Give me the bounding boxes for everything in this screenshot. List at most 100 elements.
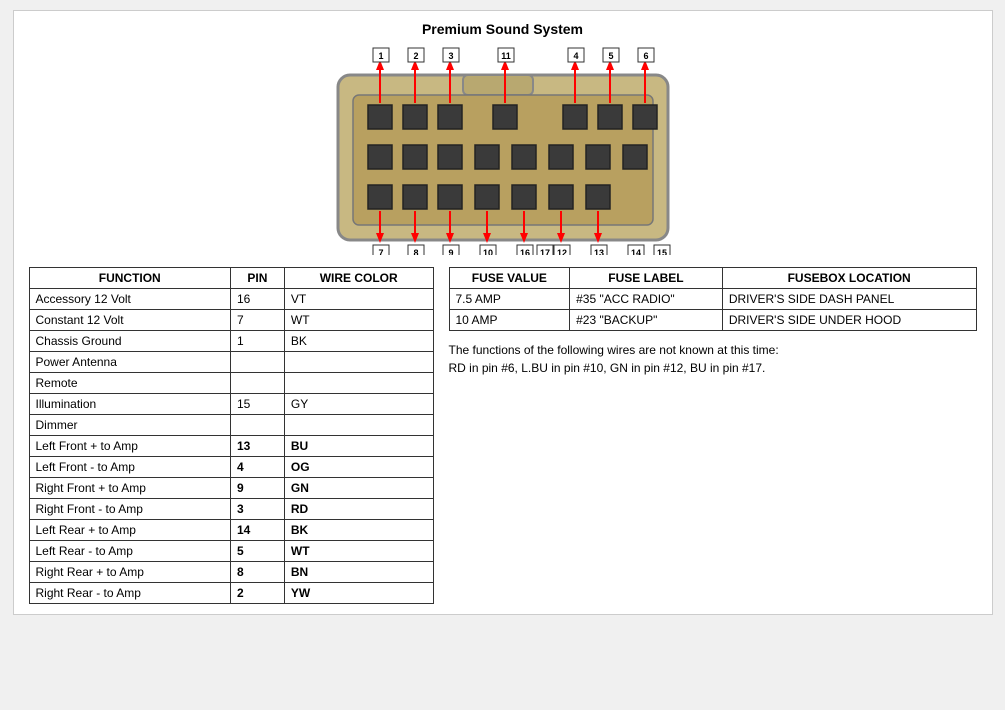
svg-text:3: 3 bbox=[448, 51, 453, 61]
pin-cell bbox=[230, 373, 284, 394]
function-cell: Right Rear + to Amp bbox=[29, 562, 230, 583]
fuse-label-header: FUSE LABEL bbox=[570, 268, 723, 289]
pin-cell: 4 bbox=[230, 457, 284, 478]
color-col-header: WIRE COLOR bbox=[284, 268, 433, 289]
function-cell: Left Rear + to Amp bbox=[29, 520, 230, 541]
color-cell: RD bbox=[284, 499, 433, 520]
function-table-row: Accessory 12 Volt16VT bbox=[29, 289, 433, 310]
connector-diagram: 1 2 3 11 4 5 6 7 8 9 10 16 bbox=[29, 45, 977, 255]
fusebox-location-header: FUSEBOX LOCATION bbox=[722, 268, 976, 289]
function-table-row: Right Rear + to Amp8BN bbox=[29, 562, 433, 583]
function-table-row: Left Rear - to Amp5WT bbox=[29, 541, 433, 562]
pin-col-header: PIN bbox=[230, 268, 284, 289]
color-cell: BN bbox=[284, 562, 433, 583]
pin-cell: 14 bbox=[230, 520, 284, 541]
color-cell bbox=[284, 352, 433, 373]
content-row: FUNCTION PIN WIRE COLOR Accessory 12 Vol… bbox=[29, 267, 977, 604]
fuse-value-header: FUSE VALUE bbox=[449, 268, 570, 289]
note-line1: The functions of the following wires are… bbox=[449, 343, 779, 357]
svg-text:4: 4 bbox=[573, 51, 578, 61]
color-cell bbox=[284, 415, 433, 436]
function-cell: Dimmer bbox=[29, 415, 230, 436]
fuse-section: FUSE VALUE FUSE LABEL FUSEBOX LOCATION 7… bbox=[449, 267, 977, 604]
svg-text:11: 11 bbox=[501, 51, 511, 61]
pin-cell bbox=[230, 352, 284, 373]
svg-text:8: 8 bbox=[413, 248, 418, 255]
color-cell: YW bbox=[284, 583, 433, 604]
function-cell: Power Antenna bbox=[29, 352, 230, 373]
function-table-row: Left Front - to Amp4OG bbox=[29, 457, 433, 478]
fuse-location-cell: DRIVER'S SIDE UNDER HOOD bbox=[722, 310, 976, 331]
function-table-row: Dimmer bbox=[29, 415, 433, 436]
function-cell: Right Rear - to Amp bbox=[29, 583, 230, 604]
function-cell: Accessory 12 Volt bbox=[29, 289, 230, 310]
color-cell: GY bbox=[284, 394, 433, 415]
pin-cell: 5 bbox=[230, 541, 284, 562]
function-cell: Right Front + to Amp bbox=[29, 478, 230, 499]
fuse-label-cell: #23 "BACKUP" bbox=[570, 310, 723, 331]
svg-text:17: 17 bbox=[539, 248, 549, 255]
function-table-row: Left Front + to Amp13BU bbox=[29, 436, 433, 457]
color-cell bbox=[284, 373, 433, 394]
function-table-row: Chassis Ground1BK bbox=[29, 331, 433, 352]
function-cell: Left Front + to Amp bbox=[29, 436, 230, 457]
pin-cell: 13 bbox=[230, 436, 284, 457]
pin-cell: 7 bbox=[230, 310, 284, 331]
note-line2: RD in pin #6, L.BU in pin #10, GN in pin… bbox=[449, 361, 766, 375]
svg-text:5: 5 bbox=[608, 51, 613, 61]
function-cell: Left Rear - to Amp bbox=[29, 541, 230, 562]
pin-cell: 15 bbox=[230, 394, 284, 415]
pin-cell: 3 bbox=[230, 499, 284, 520]
svg-text:10: 10 bbox=[482, 248, 492, 255]
color-cell: GN bbox=[284, 478, 433, 499]
function-cell: Chassis Ground bbox=[29, 331, 230, 352]
pin-cell: 9 bbox=[230, 478, 284, 499]
function-cell: Right Front - to Amp bbox=[29, 499, 230, 520]
function-cell: Remote bbox=[29, 373, 230, 394]
function-cell: Constant 12 Volt bbox=[29, 310, 230, 331]
pin-cell: 2 bbox=[230, 583, 284, 604]
function-table: FUNCTION PIN WIRE COLOR Accessory 12 Vol… bbox=[29, 267, 434, 604]
function-table-row: Illumination15GY bbox=[29, 394, 433, 415]
color-cell: BK bbox=[284, 520, 433, 541]
color-cell: BU bbox=[284, 436, 433, 457]
fuse-label-cell: #35 "ACC RADIO" bbox=[570, 289, 723, 310]
function-table-row: Right Front - to Amp3RD bbox=[29, 499, 433, 520]
color-cell: VT bbox=[284, 289, 433, 310]
svg-text:14: 14 bbox=[630, 248, 640, 255]
fuse-table-row: 10 AMP#23 "BACKUP"DRIVER'S SIDE UNDER HO… bbox=[449, 310, 976, 331]
function-table-row: Left Rear + to Amp14BK bbox=[29, 520, 433, 541]
function-table-row: Right Front + to Amp9GN bbox=[29, 478, 433, 499]
function-table-row: Remote bbox=[29, 373, 433, 394]
pin-cell: 16 bbox=[230, 289, 284, 310]
function-table-row: Constant 12 Volt7WT bbox=[29, 310, 433, 331]
function-table-row: Power Antenna bbox=[29, 352, 433, 373]
connector-svg: 1 2 3 11 4 5 6 7 8 9 10 16 bbox=[308, 45, 698, 255]
svg-text:12: 12 bbox=[556, 248, 566, 255]
svg-text:6: 6 bbox=[643, 51, 648, 61]
svg-text:9: 9 bbox=[448, 248, 453, 255]
pin-cell: 8 bbox=[230, 562, 284, 583]
fuse-location-cell: DRIVER'S SIDE DASH PANEL bbox=[722, 289, 976, 310]
function-section: FUNCTION PIN WIRE COLOR Accessory 12 Vol… bbox=[29, 267, 434, 604]
page-title: Premium Sound System bbox=[29, 21, 977, 37]
function-cell: Left Front - to Amp bbox=[29, 457, 230, 478]
svg-text:7: 7 bbox=[378, 248, 383, 255]
fuse-value-cell: 7.5 AMP bbox=[449, 289, 570, 310]
pin-cell: 1 bbox=[230, 331, 284, 352]
color-cell: WT bbox=[284, 310, 433, 331]
color-cell: BK bbox=[284, 331, 433, 352]
color-cell: OG bbox=[284, 457, 433, 478]
function-cell: Illumination bbox=[29, 394, 230, 415]
function-col-header: FUNCTION bbox=[29, 268, 230, 289]
svg-text:16: 16 bbox=[519, 248, 529, 255]
function-table-row: Right Rear - to Amp2YW bbox=[29, 583, 433, 604]
fuse-value-cell: 10 AMP bbox=[449, 310, 570, 331]
pin-cell bbox=[230, 415, 284, 436]
color-cell: WT bbox=[284, 541, 433, 562]
fuse-table-row: 7.5 AMP#35 "ACC RADIO"DRIVER'S SIDE DASH… bbox=[449, 289, 976, 310]
fuse-table: FUSE VALUE FUSE LABEL FUSEBOX LOCATION 7… bbox=[449, 267, 977, 331]
svg-text:15: 15 bbox=[656, 248, 666, 255]
svg-text:2: 2 bbox=[413, 51, 418, 61]
note-text: The functions of the following wires are… bbox=[449, 341, 977, 377]
